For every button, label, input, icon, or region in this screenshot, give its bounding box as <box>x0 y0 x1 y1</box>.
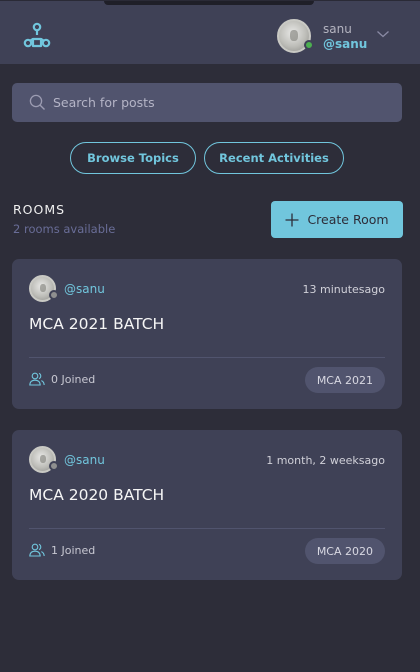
divider <box>29 528 385 529</box>
room-time: 1 month, 2 weeksago <box>266 454 385 467</box>
online-status-dot <box>304 40 314 50</box>
rooms-heading: ROOMS <box>13 202 66 217</box>
topic-tag[interactable]: MCA 2021 <box>304 367 385 393</box>
user-handle: @sanu <box>323 37 368 51</box>
chevron-down-icon[interactable] <box>376 27 390 41</box>
create-room-button[interactable]: Create Room <box>271 201 403 238</box>
create-room-label: Create Room <box>307 212 389 227</box>
browse-topics-button[interactable]: Browse Topics <box>70 142 196 174</box>
user-menu[interactable]: sanu @sanu <box>277 19 407 53</box>
status-dot <box>49 290 59 300</box>
room-host[interactable]: @sanu <box>64 453 105 467</box>
browser-tab-sliver <box>104 1 314 5</box>
user-name: sanu <box>323 22 352 36</box>
status-dot <box>49 461 59 471</box>
room-card[interactable]: @sanu 13 minutesago MCA 2021 BATCH 0 Joi… <box>12 259 402 409</box>
people-icon <box>29 543 45 557</box>
divider <box>29 357 385 358</box>
search-bar[interactable] <box>12 83 402 122</box>
joined-count: 0 Joined <box>51 373 96 386</box>
search-input[interactable] <box>53 83 393 122</box>
rooms-count: 2 rooms available <box>13 222 116 236</box>
topic-tag[interactable]: MCA 2020 <box>304 538 385 564</box>
recent-activities-button[interactable]: Recent Activities <box>204 142 344 174</box>
joined-count: 1 Joined <box>51 544 96 557</box>
plus-icon <box>285 213 299 226</box>
people-icon <box>29 372 45 386</box>
room-card[interactable]: @sanu 1 month, 2 weeksago MCA 2020 BATCH… <box>12 430 402 580</box>
top-navbar: sanu @sanu <box>0 0 420 64</box>
room-title[interactable]: MCA 2020 BATCH <box>29 486 164 504</box>
room-title[interactable]: MCA 2021 BATCH <box>29 315 164 333</box>
room-host[interactable]: @sanu <box>64 282 105 296</box>
search-icon <box>29 94 45 110</box>
room-time: 13 minutesago <box>302 283 385 296</box>
logo-icon[interactable] <box>22 21 52 51</box>
